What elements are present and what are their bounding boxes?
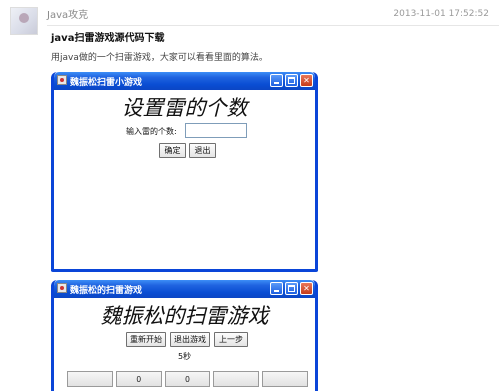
game-heading: 魏振松的扫雷游戏 xyxy=(100,304,269,328)
maximize-icon[interactable] xyxy=(285,74,298,87)
mine-cell[interactable]: 0 xyxy=(115,371,162,387)
java-app-icon xyxy=(57,75,67,85)
close-icon[interactable] xyxy=(300,74,313,87)
timer-label: 5秒 xyxy=(177,352,192,361)
mine-count-input[interactable] xyxy=(185,123,247,138)
quit-game-button[interactable]: 退出游戏 xyxy=(170,332,210,347)
game-window: 魏振松的扫雷游戏 魏振松的扫雷游戏 重新开始 退出游戏 上一步 5秒 0 0 xyxy=(51,280,318,391)
window-titlebar[interactable]: 魏振松扫雷小游戏 xyxy=(54,72,315,90)
close-icon[interactable] xyxy=(300,282,313,295)
author-name[interactable]: Java攻克 xyxy=(47,6,88,21)
post-title[interactable]: java扫雷游戏源代码下载 xyxy=(51,29,164,44)
mine-count-label: 输入雷的个数: xyxy=(126,127,177,136)
window-title: 魏振松扫雷小游戏 xyxy=(70,78,143,88)
post-description: 用java做的一个扫雷游戏，大家可以看看里面的算法。 xyxy=(51,53,268,63)
post-timestamp: 2013-11-01 17:52:52 xyxy=(393,9,489,19)
mine-cell[interactable] xyxy=(213,371,260,387)
mine-cell[interactable] xyxy=(67,371,113,387)
ok-button[interactable]: 确定 xyxy=(159,143,186,158)
maximize-icon[interactable] xyxy=(285,282,298,295)
window-heading: 设置雷的个数 xyxy=(121,96,248,120)
minimize-icon[interactable] xyxy=(270,74,283,87)
undo-button[interactable]: 上一步 xyxy=(214,332,248,347)
mine-cell[interactable] xyxy=(262,371,308,387)
divider xyxy=(47,25,499,26)
window-title: 魏振松的扫雷游戏 xyxy=(70,286,143,296)
minefield-row: 0 0 xyxy=(67,371,308,391)
java-app-icon xyxy=(57,283,67,293)
exit-button[interactable]: 退出 xyxy=(189,143,216,158)
window-titlebar[interactable]: 魏振松的扫雷游戏 xyxy=(54,280,315,298)
restart-button[interactable]: 重新开始 xyxy=(126,332,166,347)
blog-post: Java攻克 2013-11-01 17:52:52 java扫雷游戏源代码下载… xyxy=(0,0,499,391)
avatar[interactable] xyxy=(10,7,38,35)
minimize-icon[interactable] xyxy=(270,282,283,295)
mine-cell[interactable]: 0 xyxy=(164,371,211,387)
mine-count-window: 魏振松扫雷小游戏 设置雷的个数 输入雷的个数: 确定 退出 xyxy=(51,72,318,272)
